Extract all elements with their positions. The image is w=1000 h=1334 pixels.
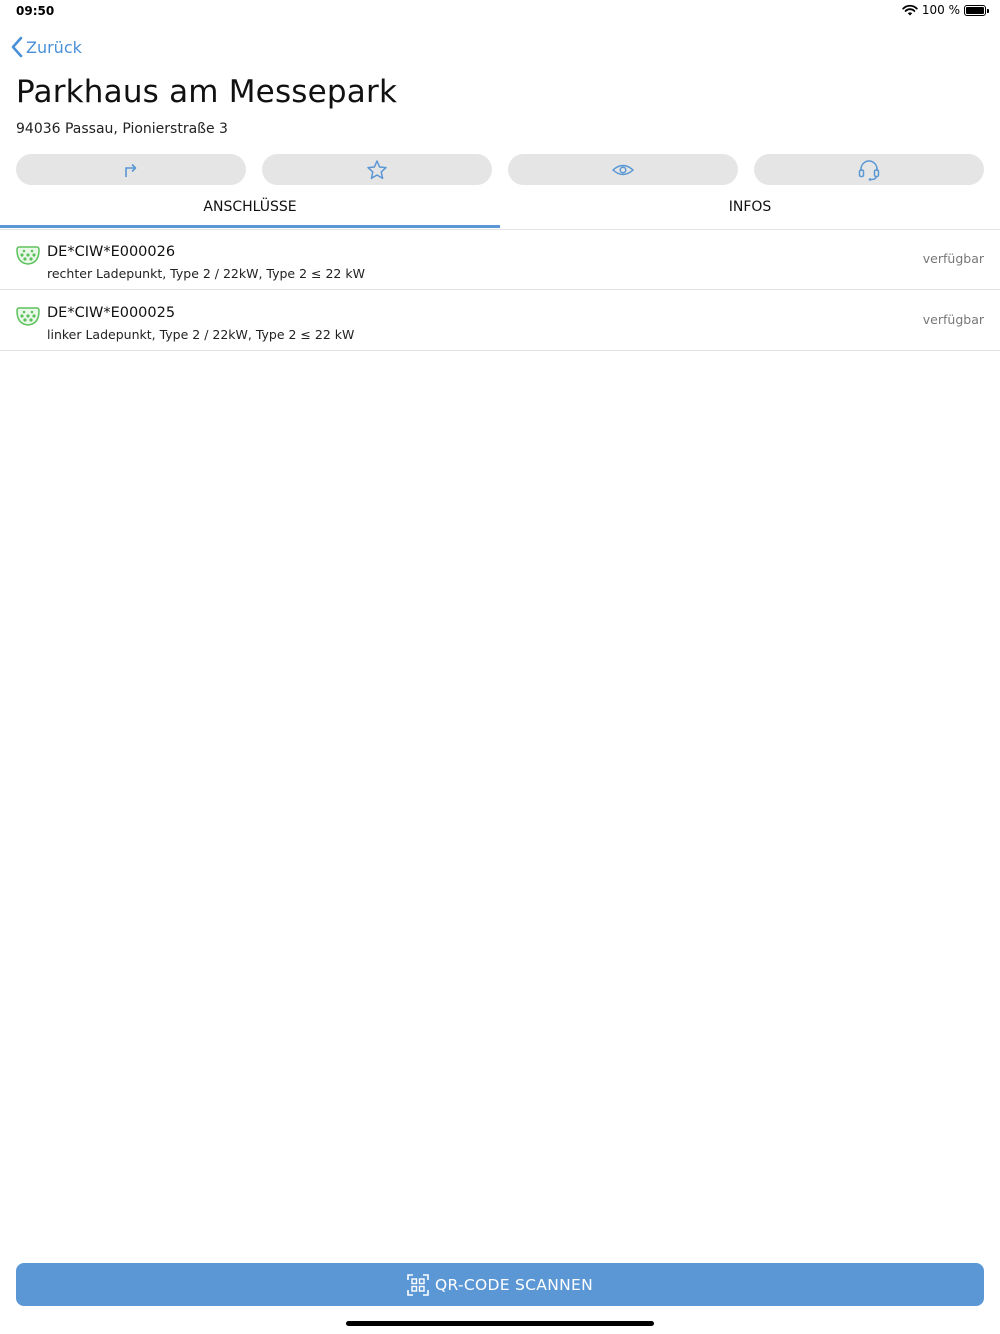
chevron-left-icon [11, 36, 23, 58]
route-button[interactable] [16, 154, 246, 185]
tab-bar: ANSCHLÜSSE INFOS [0, 192, 1000, 230]
wifi-icon [902, 4, 918, 16]
tab-label: INFOS [728, 199, 772, 215]
tab-anschluesse[interactable]: ANSCHLÜSSE [0, 192, 500, 229]
eye-icon [611, 164, 635, 175]
scan-qr-button[interactable]: QR-CODE SCANNEN [16, 1263, 984, 1306]
tab-infos[interactable]: INFOS [500, 192, 1000, 229]
type2-plug-icon [16, 307, 40, 326]
watch-button[interactable] [508, 154, 738, 185]
scan-label: QR-CODE SCANNEN [435, 1275, 593, 1294]
battery-fill [966, 6, 984, 14]
connector-status: verfügbar [922, 312, 984, 327]
address: 94036 Passau, Pionierstraße 3 [16, 121, 228, 137]
action-bar [16, 154, 984, 185]
back-label: Zurück [26, 37, 82, 57]
route-arrow-icon [125, 163, 137, 177]
list-item[interactable]: DE*CIW*E000025 linker Ladepunkt, Type 2 … [0, 290, 1000, 351]
headset-icon [858, 159, 880, 181]
back-button[interactable]: Zurück [10, 36, 82, 58]
support-button[interactable] [754, 154, 984, 185]
type2-plug-icon [16, 246, 40, 265]
connector-id: DE*CIW*E000025 [47, 305, 176, 321]
screen: 09:50 100 % Zurück Parkhaus am Messepark… [0, 0, 1000, 1334]
connector-description: linker Ladepunkt, Type 2 / 22kW, Type 2 … [47, 327, 355, 342]
star-icon [367, 159, 387, 179]
battery-text: 100 % [921, 3, 960, 17]
status-time: 09:50 [16, 4, 55, 18]
qr-code-icon [407, 1273, 429, 1296]
battery-icon [964, 4, 989, 16]
connector-status: verfügbar [922, 251, 984, 266]
connector-description: rechter Ladepunkt, Type 2 / 22kW, Type 2… [47, 266, 365, 281]
page-title: Parkhaus am Messepark [16, 74, 398, 110]
list-item[interactable]: DE*CIW*E000026 rechter Ladepunkt, Type 2… [0, 229, 1000, 290]
home-indicator [346, 1321, 654, 1326]
connector-id: DE*CIW*E000026 [47, 244, 176, 260]
status-right: 100 % [902, 3, 989, 17]
favorite-button[interactable] [262, 154, 492, 185]
connector-list: DE*CIW*E000026 rechter Ladepunkt, Type 2… [0, 229, 1000, 351]
tab-label: ANSCHLÜSSE [203, 199, 297, 215]
